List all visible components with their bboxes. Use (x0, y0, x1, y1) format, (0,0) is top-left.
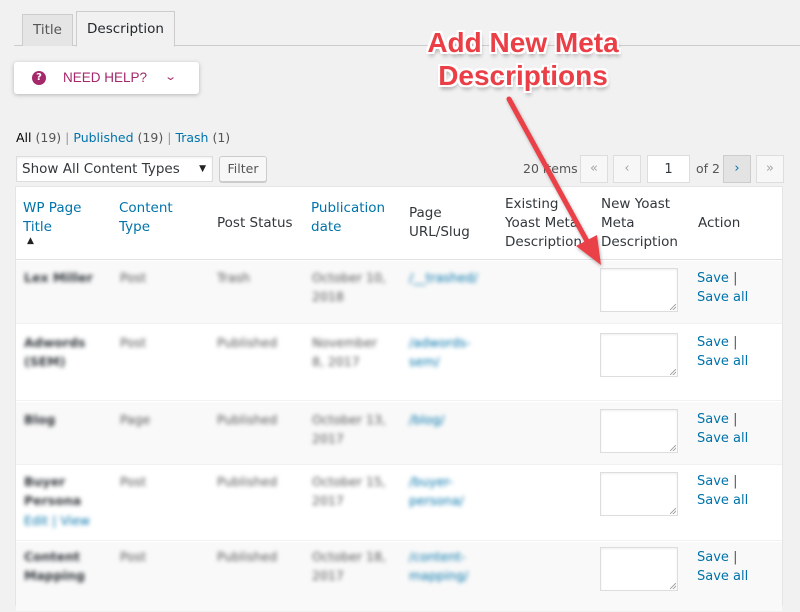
separator: | (167, 130, 172, 145)
filter-all-count: (19) (35, 130, 62, 145)
row-actions: Save | Save all (697, 548, 767, 586)
tab-title[interactable]: Title (22, 14, 73, 46)
content-type-select-value: Show All Content Types (22, 161, 180, 177)
save-link[interactable]: Save (697, 412, 729, 427)
row-publication-date: October 13, 2017 (312, 412, 386, 446)
status-filter-links: All (19) | Published (19) | Trash (1) (16, 130, 230, 145)
column-post-status: Post Status (217, 215, 293, 231)
annotation-line-2: Descriptions (438, 60, 608, 91)
save-link[interactable]: Save (697, 271, 729, 286)
row-slug-link[interactable]: /content-mapping/ (409, 547, 471, 585)
row-post-status: Published (217, 335, 278, 350)
save-all-link[interactable]: Save all (697, 354, 748, 369)
question-circle-icon: ? (32, 71, 46, 85)
save-all-link[interactable]: Save all (697, 431, 748, 446)
table-row: Adwords (SEM) Post Published November 8,… (16, 325, 782, 401)
row-title: Content Mapping (24, 549, 85, 583)
row-edit-view-links[interactable]: Edit | View (24, 511, 104, 530)
row-content-type: Page (120, 412, 151, 427)
table-row: Content Mapping Post Published October 1… (16, 542, 782, 612)
table-header: WP Page Title ▲ Content Type Post Status… (16, 187, 782, 260)
row-title: Lex Miller (24, 270, 93, 285)
last-page-button[interactable]: » (756, 155, 784, 183)
column-action: Action (698, 215, 741, 231)
filter-trash-count: (1) (212, 130, 231, 145)
row-post-status: Published (217, 412, 278, 427)
row-post-status: Trash (217, 270, 251, 285)
row-title: Buyer Persona (24, 474, 82, 508)
filter-published-count: (19) (137, 130, 164, 145)
content-type-select[interactable]: Show All Content Types ▼ (16, 156, 213, 182)
row-slug-link[interactable]: /adwords-sem/ (409, 333, 471, 371)
row-actions: Save | Save all (697, 333, 767, 371)
meta-description-table: WP Page Title ▲ Content Type Post Status… (15, 186, 783, 612)
new-meta-description-textarea[interactable] (600, 409, 678, 453)
row-slug-link[interactable]: /buyer-persona/ (409, 472, 467, 510)
filter-published[interactable]: Published (73, 130, 133, 145)
separator: | (733, 412, 738, 427)
filter-button[interactable]: Filter (219, 156, 267, 182)
table-row: Lex Miller Post Trash October 10, 2018 /… (16, 261, 782, 324)
save-all-link[interactable]: Save all (697, 290, 748, 305)
annotation-line-1: Add New Meta (427, 27, 619, 58)
need-help-label: NEED HELP? (63, 70, 148, 85)
row-content-type: Post (120, 335, 147, 350)
row-publication-date: October 18, 2017 (312, 549, 386, 583)
new-meta-description-textarea[interactable] (600, 333, 678, 377)
items-count: 20 items (523, 161, 578, 176)
separator: | (733, 474, 738, 489)
new-meta-description-textarea[interactable] (600, 268, 678, 312)
column-existing-yoast-meta: Existing Yoast Meta Description (505, 196, 582, 250)
row-slug-link[interactable]: /blog/ (409, 410, 444, 429)
row-content-type: Post (120, 549, 147, 564)
filter-all[interactable]: All (16, 130, 32, 145)
chevron-down-icon: ⌄ (164, 70, 178, 83)
row-title: Adwords (SEM) (24, 335, 86, 369)
new-meta-description-textarea[interactable] (600, 547, 678, 591)
row-content-type: Post (120, 270, 147, 285)
new-meta-description-textarea[interactable] (600, 472, 678, 516)
separator: | (733, 271, 738, 286)
row-title: Blog (24, 412, 56, 427)
column-publication-date[interactable]: Publication date (311, 199, 391, 237)
row-content-type: Post (120, 474, 147, 489)
prev-page-button[interactable]: ‹ (613, 155, 641, 183)
row-actions: Save | Save all (697, 410, 767, 448)
dropdown-arrow-icon: ▼ (199, 164, 206, 174)
column-wp-page-title[interactable]: WP Page Title (23, 199, 103, 237)
row-publication-date: October 15, 2017 (312, 474, 386, 508)
total-pages: of 2 (696, 161, 720, 176)
table-row: Blog Page Published October 13, 2017 /bl… (16, 402, 782, 465)
row-actions: Save | Save all (697, 269, 767, 307)
row-post-status: Published (217, 474, 278, 489)
separator: | (65, 130, 70, 145)
annotation-callout: Add New Meta Descriptions (398, 26, 648, 92)
save-link[interactable]: Save (697, 474, 729, 489)
save-all-link[interactable]: Save all (697, 569, 748, 584)
row-publication-date: November 8, 2017 (312, 335, 378, 369)
column-new-yoast-meta: New Yoast Meta Description (601, 196, 678, 250)
column-content-type[interactable]: Content Type (119, 199, 199, 237)
tab-description[interactable]: Description (76, 11, 175, 47)
save-all-link[interactable]: Save all (697, 493, 748, 508)
save-link[interactable]: Save (697, 335, 729, 350)
row-post-status: Published (217, 549, 278, 564)
filter-trash[interactable]: Trash (175, 130, 208, 145)
save-link[interactable]: Save (697, 550, 729, 565)
table-row: Buyer Persona Edit | View Post Published… (16, 466, 782, 541)
column-page-url-slug: Page URL/Slug (409, 205, 470, 240)
first-page-button[interactable]: « (580, 155, 608, 183)
row-publication-date: October 10, 2018 (312, 270, 386, 304)
current-page-input[interactable] (647, 155, 690, 183)
need-help-button[interactable]: ? NEED HELP? ⌄ (14, 62, 199, 94)
row-actions: Save | Save all (697, 472, 767, 510)
separator: | (733, 335, 738, 350)
sort-ascending-icon: ▲ (27, 236, 34, 246)
next-page-button[interactable]: › (723, 155, 751, 183)
row-slug-link[interactable]: /__trashed/ (409, 268, 479, 287)
separator: | (733, 550, 738, 565)
